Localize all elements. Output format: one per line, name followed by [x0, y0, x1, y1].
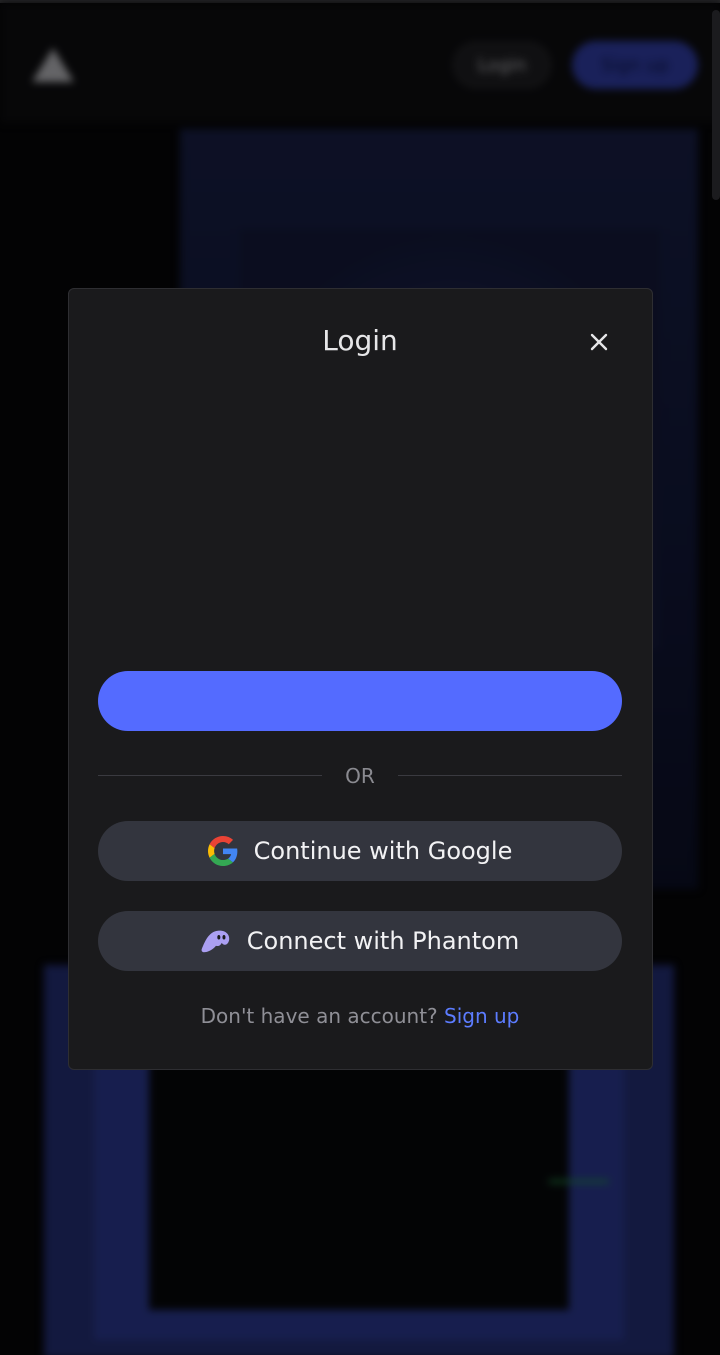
divider-line-right: [398, 775, 622, 776]
signup-prompt: Don't have an account? Sign up: [0, 1002, 720, 1030]
continue-with-google-button[interactable]: Continue with Google: [98, 821, 622, 881]
google-icon: [207, 836, 238, 866]
signup-link[interactable]: Sign up: [444, 1004, 519, 1028]
connect-with-phantom-button[interactable]: Connect with Phantom: [98, 911, 622, 971]
divider-or: OR: [345, 764, 375, 788]
primary-login-button[interactable]: [98, 671, 622, 731]
close-icon: [590, 333, 608, 351]
close-button[interactable]: [582, 325, 616, 359]
signup-prompt-text: Don't have an account?: [200, 1004, 438, 1028]
google-button-label: Continue with Google: [253, 837, 513, 865]
phantom-icon: [201, 926, 231, 956]
divider-line-left: [98, 775, 322, 776]
phantom-button-label: Connect with Phantom: [246, 927, 520, 955]
